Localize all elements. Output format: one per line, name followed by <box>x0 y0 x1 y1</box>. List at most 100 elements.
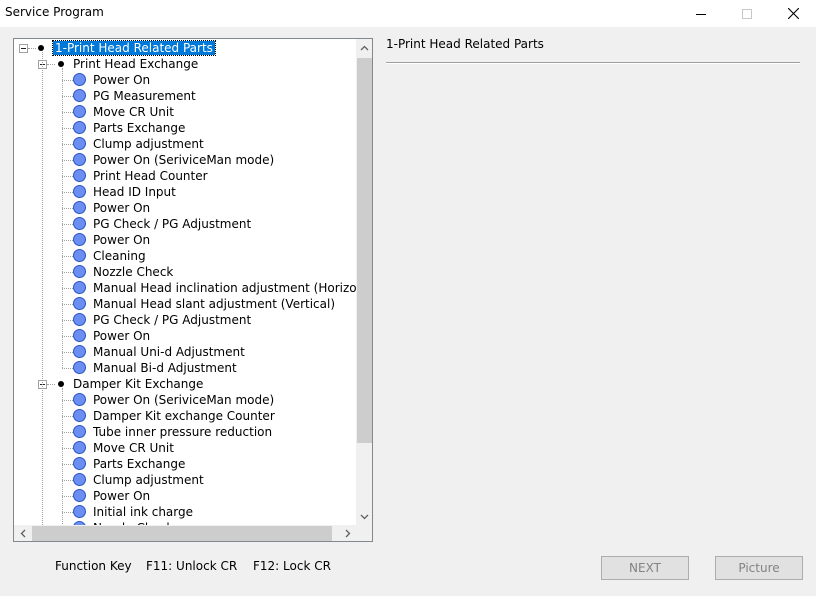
tree-item[interactable]: Clump adjustment <box>14 472 356 488</box>
tree-item-label[interactable]: Initial ink charge <box>93 505 193 519</box>
tree-item[interactable]: Manual Uni-d Adjustment <box>14 344 356 360</box>
tree-item-label[interactable]: Power On <box>93 233 150 247</box>
scroll-right-arrow-icon[interactable] <box>339 525 356 541</box>
tree-item[interactable]: PG Measurement <box>14 88 356 104</box>
tree-item[interactable]: Power On (SeriviceMan mode) <box>14 152 356 168</box>
tree-item-label[interactable]: Power On (SeriviceMan mode) <box>93 393 274 407</box>
tree-item[interactable]: PG Check / PG Adjustment <box>14 312 356 328</box>
function-key-label: Function Key <box>55 559 132 573</box>
tree-item[interactable]: Head ID Input <box>14 184 356 200</box>
tree-item-label[interactable]: Power On <box>93 201 150 215</box>
minimize-button[interactable] <box>678 0 724 27</box>
tree-item-label[interactable]: Parts Exchange <box>93 121 185 135</box>
scroll-corner <box>356 525 372 541</box>
f11-hint: F11: Unlock CR <box>146 559 238 573</box>
tree-item-label[interactable]: Manual Head slant adjustment (Vertical) <box>93 297 335 311</box>
tree-connector <box>62 336 73 337</box>
horizontal-scroll-thumb[interactable] <box>32 526 332 541</box>
tree-connector <box>62 224 73 225</box>
scroll-up-arrow-icon[interactable] <box>356 39 372 56</box>
vertical-scrollbar[interactable] <box>356 39 372 525</box>
tree-item-label[interactable]: Power On <box>93 73 150 87</box>
tree-item-label[interactable]: Nozzle Check <box>93 265 173 279</box>
picture-button[interactable]: Picture <box>715 556 803 580</box>
step-circle-icon <box>73 441 86 454</box>
tree-item[interactable]: Parts Exchange <box>14 120 356 136</box>
tree-item[interactable]: Nozzle Check <box>14 264 356 280</box>
tree-item[interactable]: Cleaning <box>14 248 356 264</box>
tree-group-label[interactable]: Damper Kit Exchange <box>73 377 203 391</box>
tree-item-label[interactable]: Power On <box>93 329 150 343</box>
tree-root-label[interactable]: 1-Print Head Related Parts <box>52 40 216 56</box>
tree-item-label[interactable]: Manual Bi-d Adjustment <box>93 361 237 375</box>
expander-minus-icon[interactable] <box>19 44 28 53</box>
tree-connector <box>62 96 73 97</box>
tree-item-label[interactable]: PG Measurement <box>93 89 196 103</box>
tree-item-label[interactable]: Manual Head inclination adjustment (Hori… <box>93 281 356 295</box>
tree-item-label[interactable]: Clump adjustment <box>93 137 204 151</box>
tree-item-label[interactable]: Clump adjustment <box>93 473 204 487</box>
tree-item-label[interactable]: PG Check / PG Adjustment <box>93 313 251 327</box>
tree-connector <box>62 388 63 525</box>
tree-item[interactable]: Manual Bi-d Adjustment <box>14 360 356 376</box>
tree-item-label[interactable]: Cleaning <box>93 249 146 263</box>
tree-item[interactable]: Parts Exchange <box>14 456 356 472</box>
detail-title: 1-Print Head Related Parts <box>386 37 544 51</box>
tree-item-label[interactable]: Tube inner pressure reduction <box>93 425 272 439</box>
tree-connector <box>62 288 73 289</box>
tree-item[interactable]: Power On <box>14 488 356 504</box>
tree-connector <box>62 272 73 273</box>
tree-connector <box>62 208 73 209</box>
tree-item-label[interactable]: Parts Exchange <box>93 457 185 471</box>
scroll-down-arrow-icon[interactable] <box>356 508 372 525</box>
tree-item-label[interactable]: Power On (SeriviceMan mode) <box>93 153 274 167</box>
tree-connector <box>62 240 73 241</box>
tree-item[interactable]: Initial ink charge <box>14 504 356 520</box>
tree-item[interactable]: Manual Head inclination adjustment (Hori… <box>14 280 356 296</box>
tree-item[interactable]: Power On <box>14 232 356 248</box>
tree-root[interactable]: 1-Print Head Related Parts <box>14 40 356 56</box>
tree-item[interactable]: PG Check / PG Adjustment <box>14 216 356 232</box>
tree-item-label[interactable]: Move CR Unit <box>93 105 174 119</box>
tree-item[interactable]: Power On (SeriviceMan mode) <box>14 392 356 408</box>
tree-item-label[interactable]: Power On <box>93 489 150 503</box>
tree-item-label[interactable]: Print Head Counter <box>93 169 208 183</box>
vertical-scroll-thumb[interactable] <box>357 58 372 443</box>
tree-connector <box>62 464 73 465</box>
step-circle-icon <box>73 249 86 262</box>
tree-item-label[interactable]: Head ID Input <box>93 185 176 199</box>
next-button[interactable]: NEXT <box>601 556 689 580</box>
horizontal-scrollbar[interactable] <box>14 525 356 541</box>
tree-item[interactable]: Move CR Unit <box>14 440 356 456</box>
step-circle-icon <box>73 185 86 198</box>
step-circle-icon <box>73 505 86 518</box>
tree-item[interactable]: Manual Head slant adjustment (Vertical) <box>14 296 356 312</box>
tree-connector <box>42 52 43 525</box>
tree-item-label[interactable]: Damper Kit exchange Counter <box>93 409 275 423</box>
tree-item[interactable]: Power On <box>14 72 356 88</box>
scroll-left-arrow-icon[interactable] <box>14 525 31 541</box>
tree-item-label[interactable]: Manual Uni-d Adjustment <box>93 345 245 359</box>
tree-item[interactable]: Damper Kit exchange Counter <box>14 408 356 424</box>
tree-item[interactable]: Print Head Counter <box>14 168 356 184</box>
service-tree[interactable]: 1-Print Head Related Parts Print Head Exc… <box>14 39 356 525</box>
tree-item[interactable]: Move CR Unit <box>14 104 356 120</box>
tree-connector <box>62 128 73 129</box>
step-circle-icon <box>73 121 86 134</box>
step-circle-icon <box>73 137 86 150</box>
step-circle-icon <box>73 313 86 326</box>
tree-item-label[interactable]: PG Check / PG Adjustment <box>93 217 251 231</box>
close-button[interactable] <box>770 0 816 27</box>
tree-item[interactable]: Tube inner pressure reduction <box>14 424 356 440</box>
tree-item[interactable]: Clump adjustment <box>14 136 356 152</box>
tree-connector <box>62 192 73 193</box>
tree-group-label[interactable]: Print Head Exchange <box>73 57 198 71</box>
tree-item-label[interactable]: Move CR Unit <box>93 441 174 455</box>
tree-group[interactable]: Damper Kit Exchange <box>14 376 356 392</box>
maximize-icon <box>742 8 752 19</box>
step-circle-icon <box>73 153 86 166</box>
tree-item[interactable]: Power On <box>14 328 356 344</box>
tree-group[interactable]: Print Head Exchange <box>14 56 356 72</box>
step-circle-icon <box>73 409 86 422</box>
tree-item[interactable]: Power On <box>14 200 356 216</box>
